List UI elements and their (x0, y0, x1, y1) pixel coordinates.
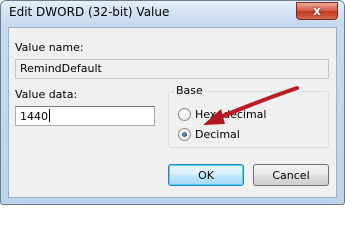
ok-button[interactable]: OK (168, 164, 244, 186)
dialog-body: Value name: RemindDefault Value data: 14… (8, 27, 337, 198)
radio-decimal-label: Decimal (195, 128, 240, 141)
radio-button-unchecked[interactable] (178, 108, 191, 121)
title-bar[interactable]: Edit DWORD (32-bit) Value x (1, 1, 344, 27)
close-icon: x (313, 4, 321, 18)
radio-selected-dot (182, 132, 187, 137)
window-title: Edit DWORD (32-bit) Value (9, 5, 170, 19)
value-name-label: Value name: (15, 41, 84, 54)
value-data-text: 1440 (20, 110, 48, 123)
base-groupbox: Base Hexadecimal Decimal (168, 84, 329, 148)
text-caret (49, 109, 50, 122)
value-data-label: Value data: (15, 88, 78, 101)
radio-hexadecimal-label: Hexadecimal (195, 108, 267, 121)
base-group-label: Base (174, 84, 205, 97)
radio-button-checked[interactable] (178, 128, 191, 141)
value-name-text: RemindDefault (20, 62, 102, 75)
value-data-input[interactable]: 1440 (15, 106, 155, 126)
value-name-field: RemindDefault (15, 59, 329, 79)
radio-decimal[interactable]: Decimal (178, 128, 240, 141)
close-button[interactable]: x (296, 2, 338, 20)
cancel-button[interactable]: Cancel (253, 164, 329, 186)
radio-hexadecimal[interactable]: Hexadecimal (178, 108, 266, 121)
dialog-window: Edit DWORD (32-bit) Value x Value name: … (0, 0, 345, 205)
